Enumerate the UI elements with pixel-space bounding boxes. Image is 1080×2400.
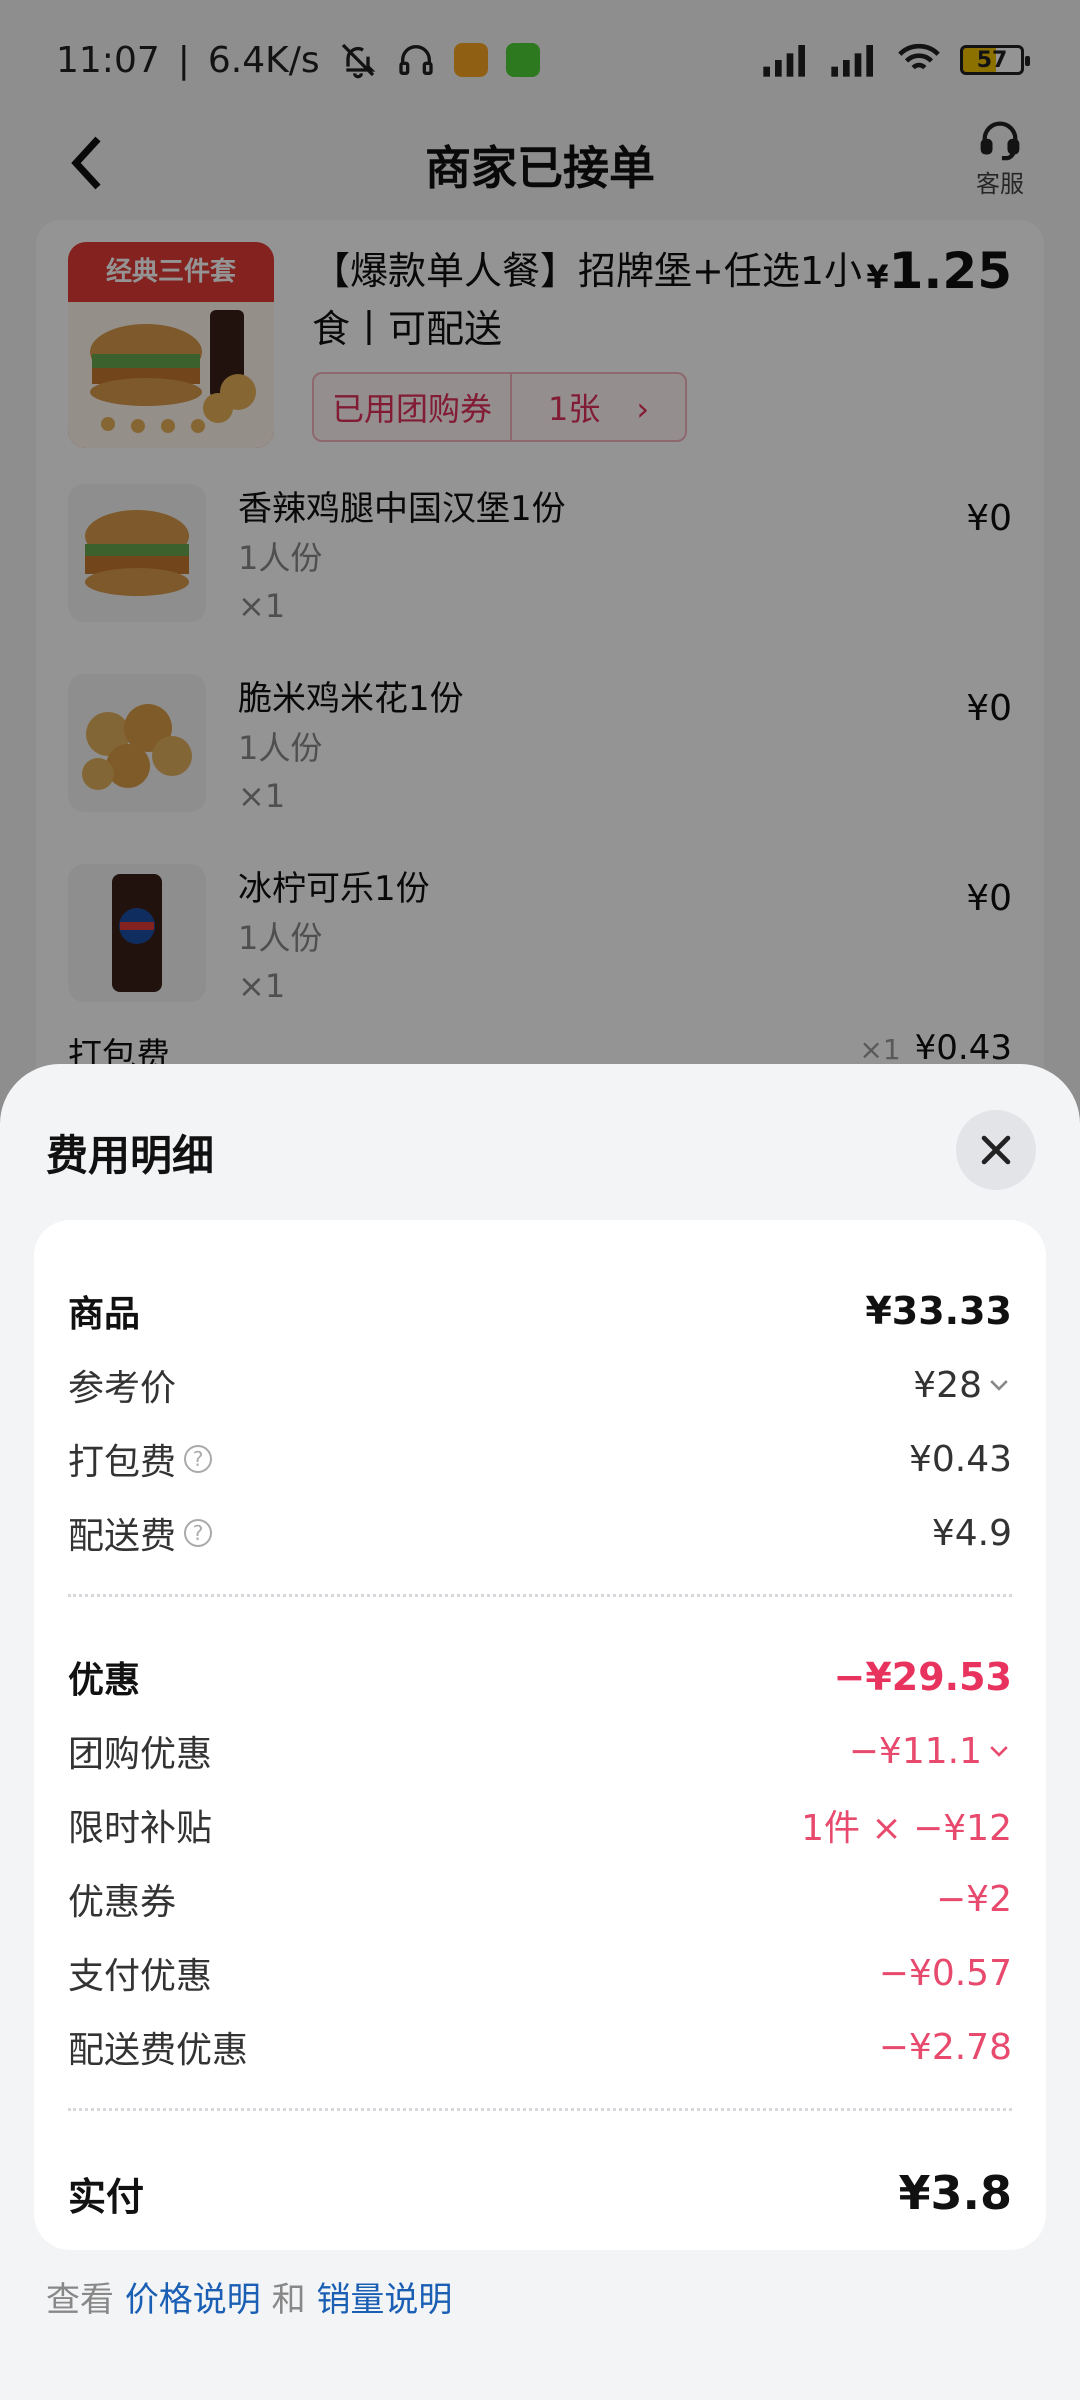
- delivery-fee-label: 配送费: [68, 1516, 177, 1557]
- sales-explanation-link[interactable]: 销量说明: [316, 2280, 452, 2320]
- divider: [68, 2108, 1012, 2111]
- pay-discount-value: −¥0.57: [878, 1952, 1012, 1994]
- discount-label: 优惠: [68, 1660, 141, 1701]
- question-icon[interactable]: ?: [184, 1519, 213, 1547]
- subsidy-value: 1件 × −¥12: [801, 1808, 1012, 1849]
- group-buy-row[interactable]: 团购优惠 −¥11.1: [68, 1714, 1012, 1788]
- divider: [68, 1594, 1012, 1597]
- chevron-down-icon: [990, 1746, 1008, 1757]
- goods-value: ¥33.33: [865, 1289, 1012, 1333]
- delivery-discount-row: 配送费优惠 −¥2.78: [68, 2010, 1012, 2084]
- group-buy-value: −¥11.1: [848, 1730, 982, 1772]
- delivery-discount-value: −¥2.78: [878, 2026, 1012, 2068]
- discount-value: −¥29.53: [833, 1655, 1012, 1699]
- ref-price-value: ¥28: [913, 1364, 982, 1406]
- chevron-down-icon: [990, 1380, 1008, 1391]
- paid-label: 实付: [68, 2174, 145, 2219]
- fee-detail-card: 商品 ¥33.33 参考价 ¥28 打包费? ¥0.43 配送费? ¥4.9 优…: [34, 1220, 1046, 2250]
- subsidy-row: 限时补贴 1件 × −¥12: [68, 1788, 1012, 1862]
- ref-price-row[interactable]: 参考价 ¥28: [68, 1348, 1012, 1422]
- group-buy-label: 团购优惠: [68, 1734, 213, 1775]
- close-button[interactable]: [956, 1110, 1036, 1190]
- goods-row: 商品 ¥33.33: [68, 1274, 1012, 1348]
- fee-detail-sheet: 费用明细 商品 ¥33.33 参考价 ¥28 打包费? ¥0.43 配送费? ¥…: [0, 1064, 1080, 2400]
- delivery-discount-label: 配送费优惠: [68, 2030, 249, 2071]
- subsidy-label: 限时补贴: [68, 1808, 213, 1849]
- question-icon[interactable]: ?: [184, 1445, 213, 1473]
- packing-fee-value: ¥0.43: [908, 1438, 1012, 1480]
- pay-discount-row: 支付优惠 −¥0.57: [68, 1936, 1012, 2010]
- close-icon: [981, 1135, 1011, 1165]
- price-explanation-link[interactable]: 价格说明: [125, 2280, 261, 2320]
- ref-price-label: 参考价: [68, 1368, 177, 1409]
- delivery-fee-row: 配送费? ¥4.9: [68, 1496, 1012, 1570]
- footer-note: 查看 价格说明 和 销量说明: [46, 2280, 453, 2320]
- goods-label: 商品: [68, 1294, 141, 1335]
- coupon-label: 优惠券: [68, 1882, 177, 1923]
- packing-fee-row: 打包费? ¥0.43: [68, 1422, 1012, 1496]
- coupon-row: 优惠券 −¥2: [68, 1862, 1012, 1936]
- sheet-title: 费用明细: [46, 1131, 215, 1180]
- packing-fee-label: 打包费: [68, 1442, 177, 1483]
- discount-row: 优惠 −¥29.53: [68, 1640, 1012, 1714]
- delivery-fee-value: ¥4.9: [931, 1512, 1012, 1554]
- paid-row: 实付 ¥3.8: [68, 2156, 1012, 2230]
- pay-discount-label: 支付优惠: [68, 1956, 213, 1997]
- coupon-value: −¥2: [936, 1878, 1012, 1920]
- paid-value: ¥3.8: [898, 2166, 1013, 2220]
